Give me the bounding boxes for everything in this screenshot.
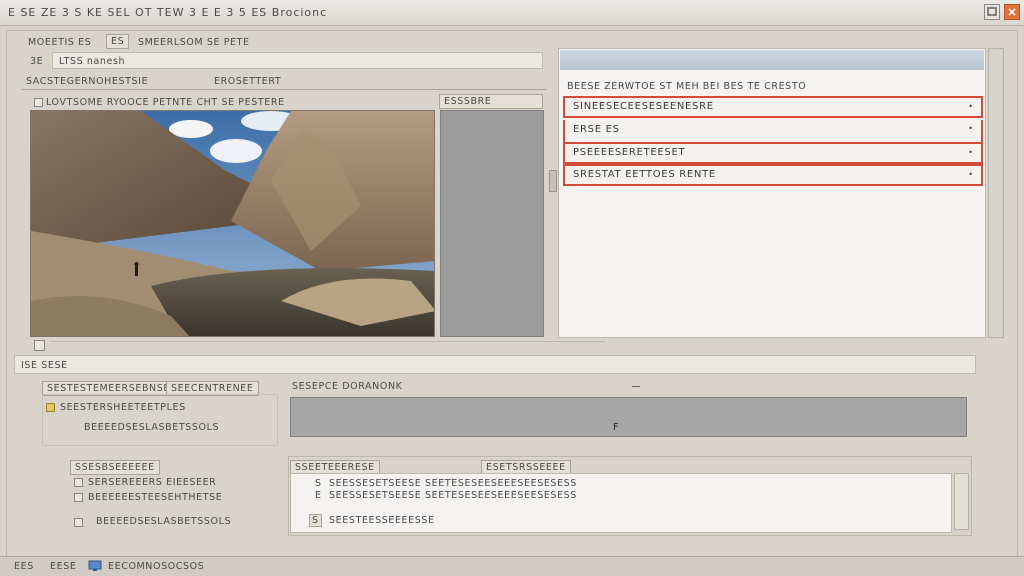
section2-label: ISE SESE	[21, 360, 68, 371]
section3-check-2: BEEEEEESTEESEHTHETSE	[88, 492, 223, 503]
status-bar: EES EESE EECOMNOSOCSOS	[0, 556, 1024, 576]
preview-checkbox[interactable]	[34, 98, 43, 107]
section3-header-1: SSESBSEEEEEE	[70, 460, 160, 475]
preview-side-label: ESSSBRE	[439, 94, 543, 109]
section3-sub-label: BEEEEDSESLASBETSSOLS	[96, 516, 232, 527]
list-item[interactable]: SRESTAT EETTOES RENTE •	[563, 164, 983, 186]
section3-line-1: SEESSESETSEESE SEETESESEESEEESEESESESS	[329, 478, 577, 489]
menu-label[interactable]: MOEETIS ES	[28, 37, 91, 48]
list-item-label: ERSE ES	[573, 124, 620, 135]
status-item-3: EECOMNOSOCSOS	[108, 561, 205, 572]
row-badge[interactable]: EROSETTERT	[214, 76, 281, 87]
section3-line-3: SEESTEESSEEEESSE	[329, 515, 435, 526]
preview-header: LOVTSOME RYOOCE PETNTE CHT SE PESTERE	[46, 97, 285, 108]
divider	[22, 89, 546, 90]
section3-checkbox-3[interactable]	[74, 518, 83, 527]
list-item-marker: •	[968, 124, 973, 133]
window-title: E SE ZE 3 S KE SEL OT TEW 3 E E 3 5 ES B…	[8, 6, 328, 19]
section2-field[interactable]: F	[290, 397, 967, 437]
line-prefix: S	[315, 478, 322, 489]
divider	[50, 341, 605, 352]
row-label: SACSTEGERNOHESTSIE	[26, 76, 149, 87]
line-prefix: E	[315, 490, 322, 501]
path-prefix: 3E	[30, 56, 44, 67]
section3-scrollbar[interactable]	[954, 473, 969, 530]
restore-icon[interactable]	[984, 4, 1000, 20]
section3-checkbox-1[interactable]	[74, 478, 83, 487]
list-item-marker: •	[968, 102, 973, 111]
close-icon[interactable]	[1004, 4, 1020, 20]
section3-text-area[interactable]: S SEESSESETSEESE SEETESESEESEEESEESESESS…	[290, 473, 952, 533]
section2-group-box	[42, 394, 278, 446]
right-scrollbar[interactable]	[988, 48, 1004, 338]
status-item-1: EES	[14, 561, 34, 572]
right-panel-titlebar	[560, 50, 984, 70]
path-value: LTSS nanesh	[59, 56, 126, 67]
list-item[interactable]: ERSE ES •	[563, 120, 983, 142]
field-marker	[632, 386, 640, 390]
right-panel-header: BEESE ZERWTOE ST MEH BEI BES TE CRESTO	[567, 81, 807, 92]
list-item[interactable]: SINEESECEESESEENESRE •	[563, 96, 983, 118]
section2-field-value: F	[613, 422, 620, 433]
section3-check-1: SERSEREEERS EIEESEER	[88, 477, 217, 488]
list-item-label: PSEEEESERETEESET	[573, 147, 686, 158]
title-bar: E SE ZE 3 S KE SEL OT TEW 3 E E 3 5 ES B…	[0, 0, 1024, 26]
status-item-2: EESE	[50, 561, 77, 572]
right-panel: BEESE ZERWTOE ST MEH BEI BES TE CRESTO	[558, 48, 986, 338]
menu-title: SMEERLSOM SE PETE	[138, 37, 250, 48]
section2-field-label: SESEPCE DORANONK	[292, 381, 403, 392]
list-item-label: SINEESECEESESEENESRE	[573, 101, 714, 112]
bottom-checkbox[interactable]	[34, 340, 45, 351]
list-item-marker: •	[968, 170, 973, 179]
section2-header: ISE SESE	[14, 355, 976, 374]
list-item-label: SRESTAT EETTOES RENTE	[573, 169, 716, 180]
path-field[interactable]: LTSS nanesh	[52, 52, 543, 69]
splitter-handle[interactable]	[549, 170, 557, 192]
thumbnail-panel[interactable]	[440, 110, 544, 337]
line-prefix: S	[309, 514, 322, 527]
section3-line-2: SEESSESETSEESE SEETESESEESEEESEESESESS	[329, 490, 577, 501]
section3-checkbox-2[interactable]	[74, 493, 83, 502]
list-item[interactable]: PSEEEESERETEESET •	[563, 142, 983, 164]
image-preview[interactable]	[30, 110, 435, 337]
list-item-marker: •	[968, 148, 973, 157]
menu-badge[interactable]: ES	[106, 34, 130, 49]
network-icon[interactable]	[88, 560, 102, 572]
